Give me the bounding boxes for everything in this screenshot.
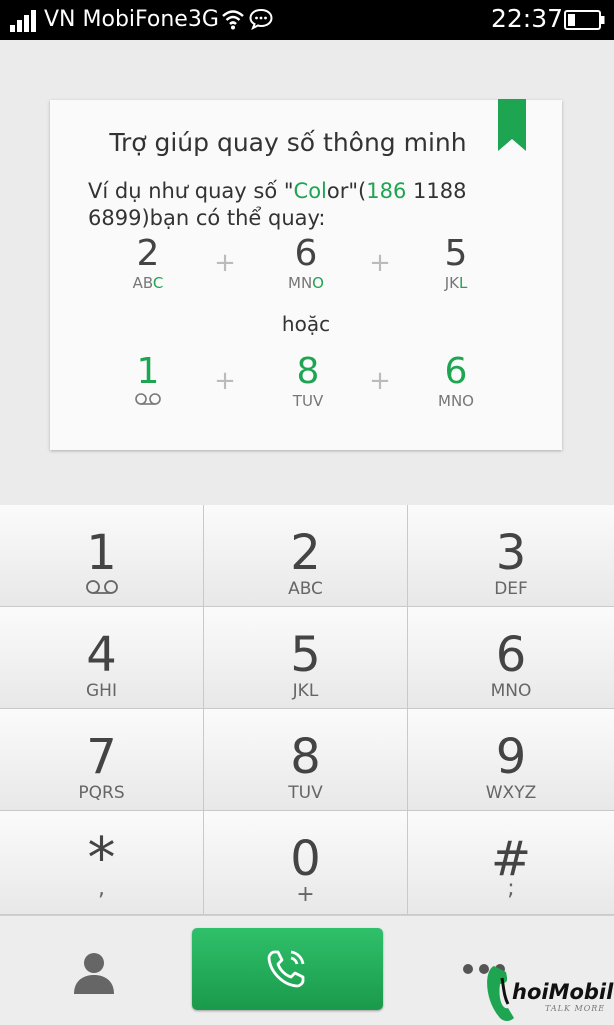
example-digit: 6 <box>444 351 468 392</box>
key-letters: ; <box>507 876 515 901</box>
wifi-icon <box>222 10 244 30</box>
key-0[interactable]: 0 + <box>204 811 408 915</box>
key-star[interactable]: * , <box>0 811 204 915</box>
example-letters: MNO <box>438 392 474 410</box>
key-letters: , <box>98 876 105 901</box>
key-digit: 5 <box>290 627 321 683</box>
phone-call-icon <box>267 950 305 988</box>
letters-highlight: C <box>152 274 164 292</box>
plus-sign: + <box>214 366 236 396</box>
example-letters: JKL <box>416 274 496 292</box>
or-label: hoặc <box>281 312 331 336</box>
key-letters: GHI <box>86 681 117 701</box>
desc-word-rest: or <box>326 179 349 203</box>
watermark-tagline: TALK MORE <box>545 1004 606 1013</box>
key-8[interactable]: 8 TUV <box>204 709 408 811</box>
voicemail-icon <box>108 392 188 410</box>
key-digit: 6 <box>495 627 527 683</box>
key-letters: WXYZ <box>485 783 537 803</box>
letters-highlight: L <box>458 274 468 292</box>
example-digit: 1 <box>136 351 160 392</box>
key-5[interactable]: 5 JKL <box>204 607 408 709</box>
plus-sign: + <box>369 248 391 278</box>
key-letters: ABC <box>288 579 323 599</box>
card-description: Ví dụ như quay số "Color"(186 1188 6899)… <box>88 178 468 232</box>
key-letters: + <box>296 882 315 907</box>
clock: 22:37 <box>491 4 564 33</box>
key-digit: 7 <box>86 729 117 785</box>
letters-plain: MN <box>288 274 313 292</box>
key-letters: TUV <box>288 783 323 803</box>
call-button[interactable] <box>192 928 383 1010</box>
chat-icon <box>249 8 273 30</box>
plus-sign: + <box>214 248 236 278</box>
plus-sign: + <box>369 366 391 396</box>
smart-dial-help-card: Trợ giúp quay số thông minh Ví dụ như qu… <box>50 99 562 450</box>
letters-highlight: O <box>312 274 324 292</box>
dial-keypad: 1 2 ABC 3 DEF 4 GHI 5 JKL 6 MNO 7 PQRS 8… <box>0 505 614 915</box>
key-digit: 2 <box>290 525 321 581</box>
key-4[interactable]: 4 GHI <box>0 607 204 709</box>
example-digit: 8 <box>296 351 320 392</box>
key-hash[interactable]: # ; <box>408 811 614 915</box>
example-key: 5 JKL <box>416 233 496 293</box>
battery-icon <box>564 10 605 30</box>
example-digit: 2 <box>136 233 160 274</box>
example-letters: MNO <box>266 274 346 292</box>
letters-plain: AB <box>132 274 153 292</box>
key-digit: 4 <box>86 627 117 683</box>
example-letters: TUV <box>292 392 324 410</box>
example-digit: 5 <box>444 233 468 274</box>
desc-word-highlight: Col <box>293 179 327 203</box>
letters-plain: JK <box>444 274 459 292</box>
key-2[interactable]: 2 ABC <box>204 505 408 607</box>
key-digit: 3 <box>495 525 527 581</box>
example-key: 8 TUV <box>268 351 348 411</box>
card-title: Trợ giúp quay số thông minh <box>109 128 467 157</box>
person-icon[interactable] <box>70 948 118 996</box>
key-7[interactable]: 7 PQRS <box>0 709 204 811</box>
desc-mid: "( <box>348 179 367 203</box>
key-6[interactable]: 6 MNO <box>408 607 614 709</box>
key-3[interactable]: 3 DEF <box>408 505 614 607</box>
key-digit: 1 <box>86 525 117 581</box>
watermark-brand: hoiMobile <box>512 980 614 1004</box>
key-1[interactable]: 1 <box>0 505 204 607</box>
key-letters: MNO <box>490 681 532 701</box>
key-letters: DEF <box>494 579 528 599</box>
voicemail-icon <box>0 579 203 599</box>
example-key: 1 <box>108 352 188 410</box>
key-letters: JKL <box>292 681 319 701</box>
example-digit: 6 <box>294 233 318 274</box>
signal-icon <box>10 10 36 32</box>
example-letters: ABC <box>108 274 188 292</box>
desc-prefix: Ví dụ như quay số " <box>88 179 294 203</box>
example-key: 2 ABC <box>108 233 188 293</box>
key-digit: 0 <box>290 831 321 887</box>
key-digit: 8 <box>290 729 321 785</box>
key-digit: 9 <box>495 729 527 785</box>
example-key: 6 MNO <box>266 233 346 293</box>
desc-number-highlight: 186 <box>366 179 407 203</box>
status-bar: VN MobiFone3G 22:37 <box>0 0 614 40</box>
key-9[interactable]: 9 WXYZ <box>408 709 614 811</box>
example-key: 6 MNO <box>416 351 496 411</box>
carrier-name: VN MobiFone3G <box>44 7 219 32</box>
key-letters: PQRS <box>78 783 125 803</box>
